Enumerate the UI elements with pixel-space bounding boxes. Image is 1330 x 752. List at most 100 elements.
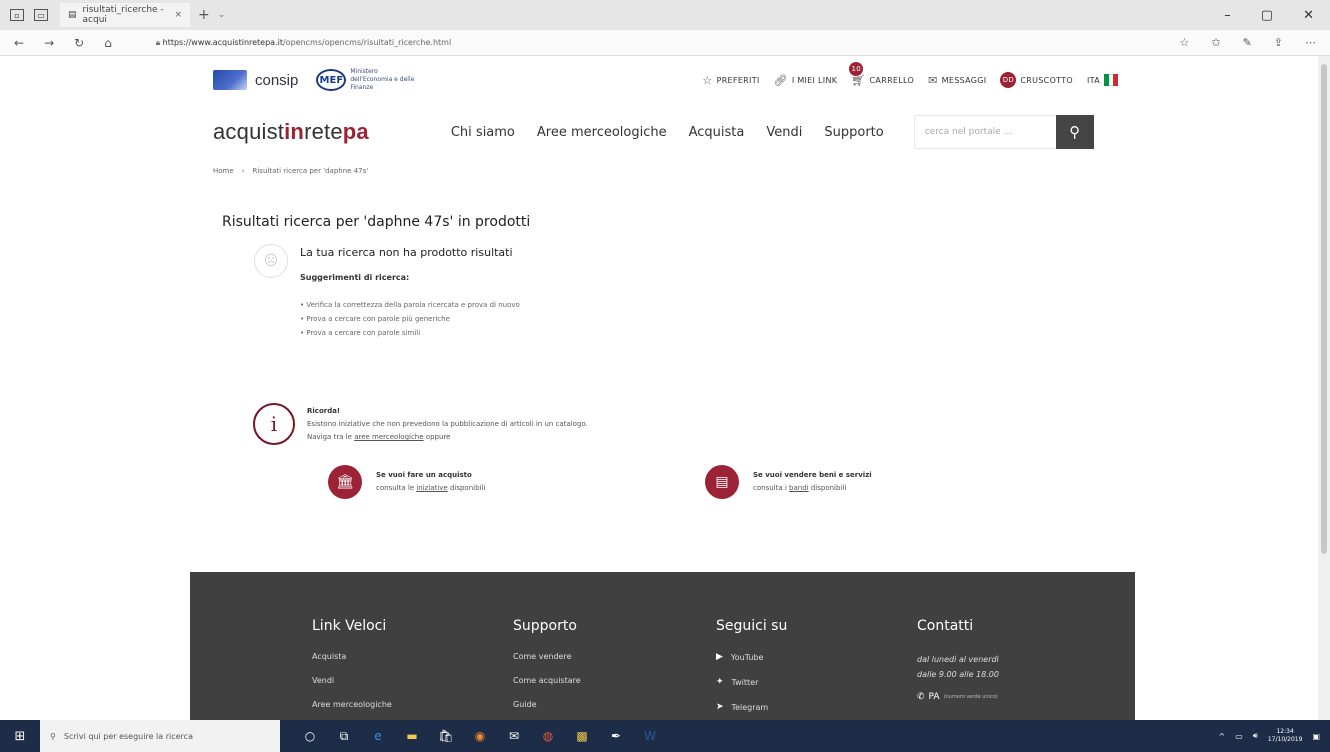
user-links: ☆ PREFERITI 🔗︎ I MIEI LINK 10 🛒︎ CARRELLO ✉ M…	[702, 61, 1119, 88]
messaggi-link[interactable]: ✉ MESSAGGI	[928, 74, 986, 87]
browser-addressbar: ← → ↻ ⌂ 🔒︎ https://www.acquistinretepa.i…	[0, 30, 1330, 56]
italy-flag-icon	[1104, 74, 1119, 86]
iniziative-link[interactable]: iniziative	[416, 484, 447, 492]
mef-logo[interactable]: MEF Ministero dell'Economia e delle Finan…	[316, 68, 430, 92]
site-search: ⚲	[913, 115, 1094, 149]
word-icon[interactable]: W	[640, 726, 660, 746]
scrollbar-thumb[interactable]	[1321, 64, 1327, 554]
nav-vendi[interactable]: Vendi	[766, 125, 802, 140]
cortana-icon[interactable]: ○	[300, 726, 320, 746]
volume-icon[interactable]: 🔊︎	[1253, 731, 1258, 741]
search-icon: ⚲	[50, 731, 56, 741]
new-tab-button[interactable]: +	[198, 7, 210, 23]
mef-text: Ministero dell'Economia e delle Finanze	[350, 68, 415, 91]
list-item: • Prova a cercare con parole più generic…	[300, 315, 450, 323]
nav-chi-siamo[interactable]: Chi siamo	[451, 125, 515, 140]
tab-close-icon[interactable]: ×	[174, 10, 182, 20]
task-view-icon[interactable]: ⧉	[334, 726, 354, 746]
close-window-button[interactable]: ✕	[1303, 8, 1314, 23]
carrello-link[interactable]: 10 🛒︎ CARRELLO	[849, 61, 914, 87]
footer-link-youtube[interactable]: ▶ YouTube	[716, 652, 787, 662]
windows-start-icon[interactable]: ⊞	[0, 720, 40, 752]
forward-icon[interactable]: →	[44, 36, 54, 50]
footer-link-aree[interactable]: Aree merceologiche	[312, 700, 392, 709]
breadcrumb: Home › Risultati ricerca per 'daphne 47s…	[213, 167, 368, 175]
pen-icon[interactable]: ✎	[1243, 36, 1252, 49]
back-icon[interactable]: ←	[14, 36, 24, 50]
maximize-button[interactable]: ▢	[1261, 8, 1273, 23]
store-icon[interactable]: 🛍︎	[436, 726, 456, 746]
notes-icon[interactable]: ▩	[572, 726, 592, 746]
chrome-icon[interactable]: ◍	[538, 726, 558, 746]
refresh-icon[interactable]: ↻	[74, 36, 84, 50]
favorite-star-icon[interactable]: ☆	[1179, 36, 1189, 49]
twitter-icon: ✦	[716, 677, 724, 687]
footer-link-come-acquistare[interactable]: Come acquistare	[513, 676, 581, 685]
file-explorer-icon[interactable]: ▬	[402, 726, 422, 746]
mef-mark: MEF	[316, 69, 347, 91]
mail-app-icon[interactable]: ✉	[504, 726, 524, 746]
page-scrollbar[interactable]	[1318, 56, 1330, 720]
miei-link-link[interactable]: 🔗︎ I MIEI LINK	[774, 74, 838, 87]
suggestions-title: Suggerimenti di ricerca:	[300, 273, 410, 282]
footer-link-twitter[interactable]: ✦ Twitter	[716, 677, 787, 687]
page-icon: ▤	[68, 10, 77, 20]
reminder-text-2: Naviga tra le aree merceologiche oppure	[307, 433, 451, 441]
breadcrumb-home[interactable]: Home	[213, 167, 234, 175]
aree-merceologiche-link[interactable]: aree merceologiche	[354, 433, 423, 441]
footer-link-vendi[interactable]: Vendi	[312, 676, 392, 685]
search-button[interactable]: ⚲	[1055, 115, 1094, 149]
consip-text: consip	[255, 71, 299, 89]
favorites-icon[interactable]: ✩	[1211, 36, 1220, 49]
language-selector[interactable]: ITA	[1087, 74, 1119, 86]
url-host: https://www.acquistinretepa.it	[162, 37, 283, 47]
edge-icon[interactable]: e	[368, 726, 388, 746]
star-icon: ☆	[702, 73, 713, 87]
home-icon[interactable]: ⌂	[104, 36, 112, 50]
bank-icon: 🏛︎	[328, 465, 362, 499]
footer-link-guide[interactable]: Guide	[513, 700, 581, 709]
search-icon: ⚲	[1069, 123, 1081, 141]
no-results-title: La tua ricerca non ha prodotto risultati	[300, 246, 513, 259]
pa-contact[interactable]: ✆ PA (numero verde unico)	[917, 692, 999, 702]
taskbar-search[interactable]: ⚲ Scrivi qui per eseguire la ricerca	[40, 720, 280, 752]
minimize-button[interactable]: –	[1224, 8, 1231, 23]
tray-chevron-icon[interactable]: ^	[1219, 732, 1226, 741]
buy-block: 🏛︎ Se vuoi fare un acquisto consulta le …	[328, 465, 485, 499]
url-field[interactable]: 🔒︎ https://www.acquistinretepa.it/opencm…	[156, 38, 451, 48]
firefox-icon[interactable]: ◉	[470, 726, 490, 746]
clock[interactable]: 12:34 17/10/2019	[1268, 728, 1303, 744]
search-input[interactable]	[913, 115, 1056, 149]
chart-icon: ▤	[705, 465, 739, 499]
notifications-icon[interactable]: ▣	[1312, 732, 1320, 741]
network-icon[interactable]: ▭	[1235, 732, 1243, 741]
nav-aree-merceologiche[interactable]: Aree merceologiche	[537, 125, 667, 140]
no-results-block: ☹ La tua ricerca non ha prodotto risulta…	[254, 244, 520, 340]
sad-face-icon: ☹	[254, 244, 288, 278]
preferiti-link[interactable]: ☆ PREFERITI	[702, 74, 759, 87]
footer-link-acquista[interactable]: Acquista	[312, 652, 392, 661]
nav-supporto[interactable]: Supporto	[824, 125, 883, 140]
footer-link-telegram[interactable]: ➤ Telegram	[716, 702, 787, 712]
window-controls: – ▢ ✕	[1224, 8, 1314, 23]
brand-logo[interactable]: acquistinretepa	[213, 119, 369, 145]
consip-mark	[213, 70, 247, 90]
footer-link-come-vendere[interactable]: Come vendere	[513, 652, 581, 661]
sell-title: Se vuoi vendere beni e servizi	[753, 471, 872, 479]
browser-tab[interactable]: ▤ risultati_ricerche - acqui ×	[60, 3, 190, 27]
tabs-aside-icon[interactable]: ▭	[34, 9, 48, 21]
footer-supporto: Supporto Come vendere Come acquistare Gu…	[513, 618, 581, 720]
cruscotto-link[interactable]: DD CRUSCOTTO	[1000, 72, 1073, 88]
share-icon[interactable]: ⇪	[1274, 36, 1283, 49]
consip-logo[interactable]: consip	[213, 70, 298, 90]
tab-actions-icon[interactable]: ▫	[10, 9, 24, 21]
pen-app-icon[interactable]: ✒	[606, 726, 626, 746]
more-icon[interactable]: ⋯	[1305, 36, 1316, 49]
tab-menu-icon[interactable]: ⌄	[218, 10, 226, 20]
footer: Link Veloci Acquista Vendi Aree merceolo…	[190, 572, 1135, 720]
cart-count-badge: 10	[849, 61, 864, 76]
phone-icon: ✆	[917, 692, 925, 702]
bandi-link[interactable]: bandi	[789, 484, 809, 492]
link-icon: 🔗︎	[773, 73, 788, 87]
nav-acquista[interactable]: Acquista	[689, 125, 745, 140]
